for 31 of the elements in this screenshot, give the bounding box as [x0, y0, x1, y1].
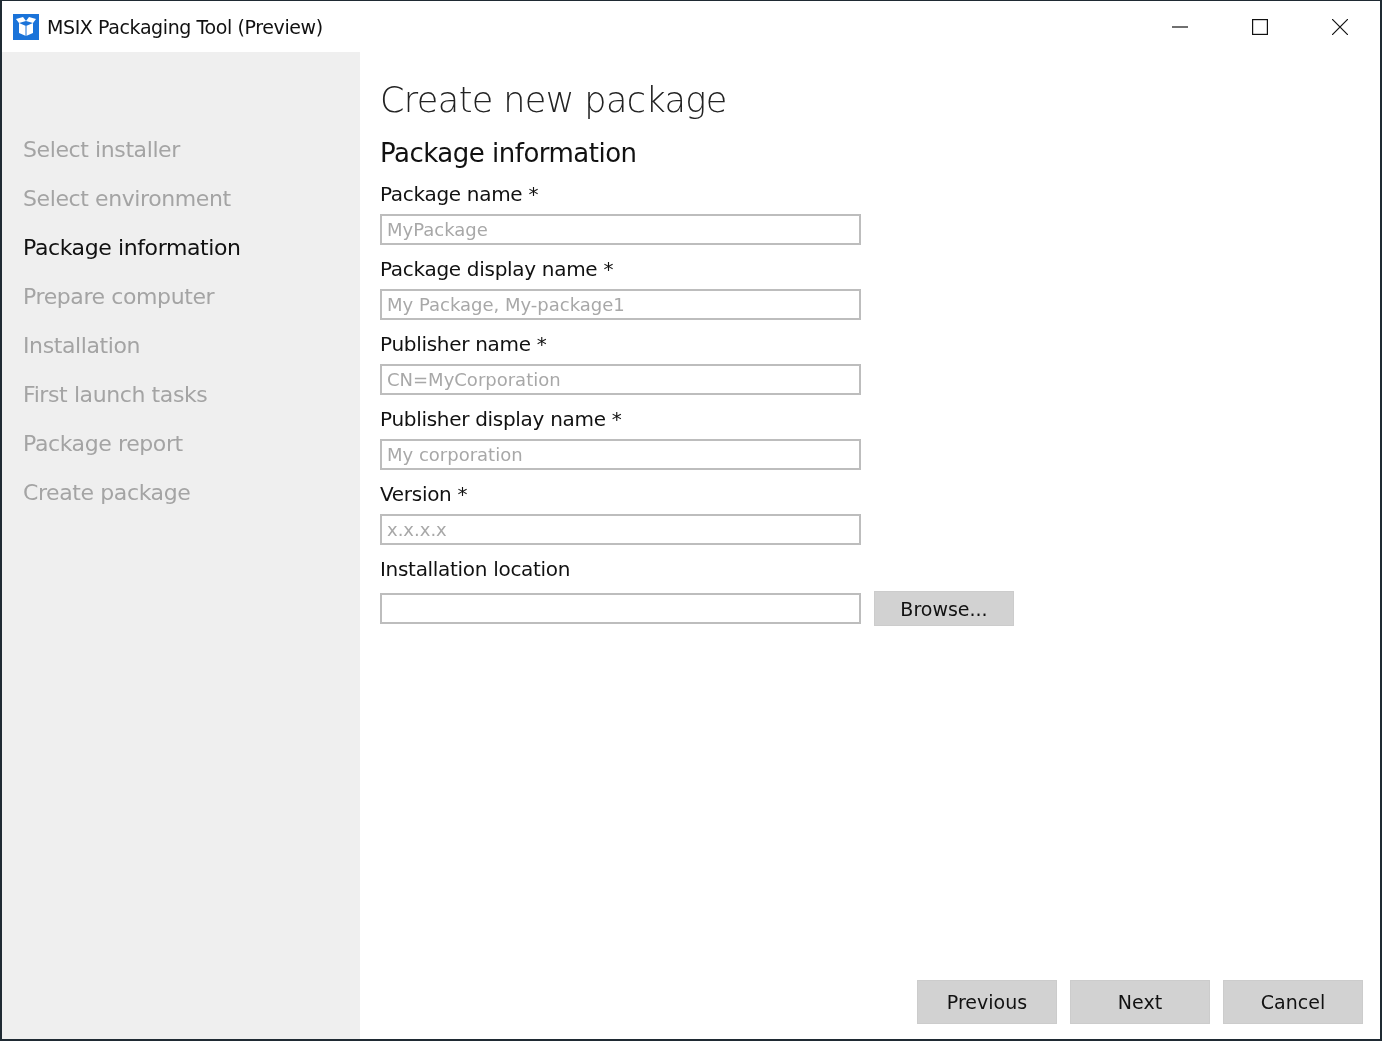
page-title: Create new package: [380, 79, 728, 122]
footer-button[interactable]: Next: [1070, 980, 1210, 1024]
step-item[interactable]: Prepare computer: [2, 277, 360, 326]
step-item[interactable]: First launch tasks: [2, 375, 360, 424]
input-field[interactable]: [380, 593, 861, 624]
field-label: Package display name *: [380, 256, 615, 283]
section-title: Package information: [380, 137, 638, 170]
input-field[interactable]: My corporation: [380, 439, 861, 470]
step-item[interactable]: Select environment: [2, 179, 360, 228]
field-label: Version *: [380, 481, 469, 508]
close-icon[interactable]: [1332, 18, 1348, 35]
input-field[interactable]: MyPackage: [380, 214, 861, 245]
maximize-icon[interactable]: [1252, 18, 1268, 35]
step-item[interactable]: Installation: [2, 326, 360, 375]
input-field[interactable]: x.x.x.x: [380, 514, 861, 545]
step-item[interactable]: Package information: [2, 228, 360, 277]
field-label: Package name *: [380, 181, 540, 208]
minimize-icon[interactable]: [1172, 25, 1188, 28]
footer-button[interactable]: Previous: [917, 980, 1057, 1024]
step-item[interactable]: Package report: [2, 424, 360, 473]
footer-button[interactable]: Cancel: [1223, 980, 1363, 1024]
step-item[interactable]: Create package: [2, 473, 360, 522]
browse-button[interactable]: Browse...: [874, 591, 1014, 626]
step-item[interactable]: Select installer: [2, 130, 360, 179]
app-box-icon: [13, 13, 39, 40]
input-field[interactable]: CN=MyCorporation: [380, 364, 861, 395]
field-label: Installation location: [380, 556, 572, 583]
input-field[interactable]: My Package, My-package1: [380, 289, 861, 320]
field-label: Publisher display name *: [380, 406, 623, 433]
field-label: Publisher name *: [380, 331, 548, 358]
window-title: MSIX Packaging Tool (Preview): [47, 15, 323, 38]
